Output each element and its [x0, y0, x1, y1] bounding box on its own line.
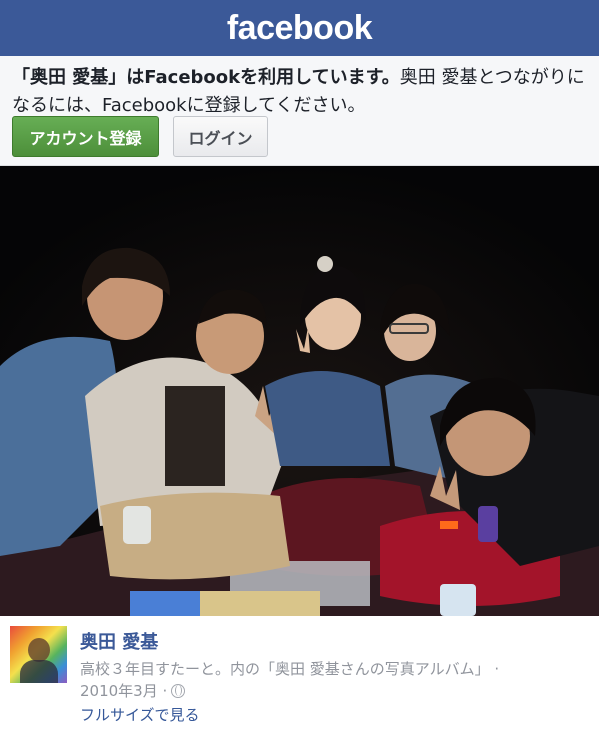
- group-photo[interactable]: [0, 166, 599, 616]
- login-button[interactable]: ログイン: [173, 116, 268, 157]
- post-footer: 奥田 愛基 高校３年目すたーと。内の「奥田 愛基さんの写真アルバム」 · 201…: [0, 616, 599, 756]
- photo-illustration: [0, 166, 599, 616]
- post-date[interactable]: 2010年3月 ·: [80, 680, 167, 702]
- facebook-logo[interactable]: facebook: [227, 9, 373, 48]
- post-meta: 2010年3月 ·: [80, 680, 186, 702]
- signup-message: 「奥田 愛基」はFacebookを利用しています。奥田 愛基とつながりになるには…: [12, 64, 587, 120]
- avatar-body-shape: [20, 660, 58, 683]
- message-bold: はFacebookを利用しています。: [126, 67, 400, 88]
- facebook-header: facebook: [0, 0, 599, 56]
- photo-caption: 高校３年目すたーと。内の「奥田 愛基さんの写真アルバム」 ·: [80, 660, 500, 678]
- avatar-head-shape: [28, 638, 50, 662]
- signup-banner: 「奥田 愛基」はFacebookを利用しています。奥田 愛基とつながりになるには…: [0, 56, 599, 166]
- globe-icon: [171, 684, 186, 698]
- quoted-name: 「奥田 愛基」: [12, 67, 127, 88]
- user-name-link[interactable]: 奥田 愛基: [80, 628, 158, 654]
- full-size-link[interactable]: フルサイズで見る: [80, 704, 200, 726]
- profile-avatar[interactable]: [10, 626, 67, 683]
- signup-button[interactable]: アカウント登録: [12, 116, 159, 157]
